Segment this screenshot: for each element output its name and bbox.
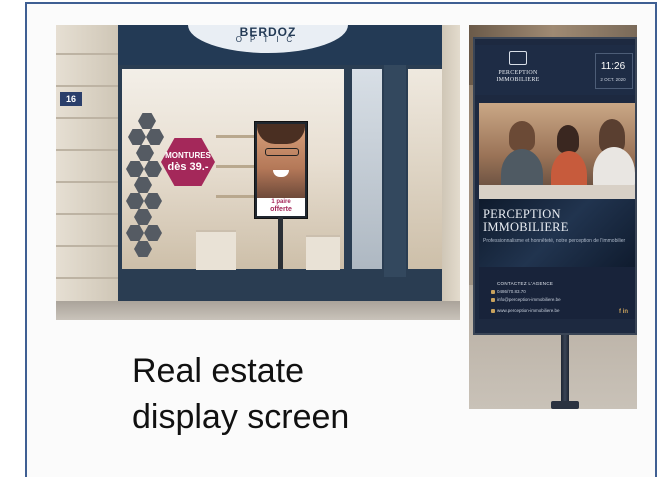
- building-logo-icon: [509, 51, 527, 65]
- stone-wall-left: [56, 25, 118, 320]
- hero-subtitle: Professionnalisme et honnêteté, notre pe…: [483, 238, 626, 244]
- screen-stand: [278, 217, 283, 269]
- shop-window-right: [408, 69, 442, 269]
- phone-icon: [491, 290, 495, 294]
- eyeglasses-icon: [265, 148, 299, 156]
- hero-title-line-2: IMMOBILIERE: [483, 220, 569, 234]
- hero-title: PERCEPTION IMMOBILIERE: [483, 208, 633, 234]
- contact-web: www.perception-immobiliere.be: [497, 308, 560, 313]
- contact-heading: CONTACTEZ L'AGENCE: [497, 281, 554, 286]
- totem-base: [551, 401, 579, 409]
- slide-caption: Real estate display screen: [132, 348, 452, 440]
- shop-subtitle: OPTIC: [235, 35, 301, 44]
- hexagon-decoration: [126, 113, 170, 263]
- agency-brand: PERCEPTION IMMOBILIERE: [496, 70, 540, 83]
- email-icon: [491, 298, 495, 302]
- person-head: [557, 125, 579, 153]
- display-counter: [196, 230, 236, 270]
- display-counter: [306, 235, 340, 270]
- person-head: [509, 121, 535, 151]
- table-surface: [479, 185, 635, 199]
- clock-date: 2 OCT. 2020: [600, 77, 626, 82]
- window-display-screen: 1 paire offerte: [254, 121, 308, 219]
- clock-time: 11:26: [600, 61, 626, 72]
- social-icons: f in: [619, 309, 628, 315]
- offer-line-2: offerte: [270, 206, 292, 213]
- screen-offer-caption: 1 paire offerte: [257, 198, 305, 216]
- totem-post: [561, 335, 569, 409]
- offer-line-1: 1 paire: [271, 199, 291, 205]
- stone-wall-right: [442, 25, 460, 320]
- optician-storefront-photo: 16 BERDOZ OPTIC MONTURES dès 39.- 1 pair…: [56, 25, 460, 320]
- promo-text-montures: MONTURES: [165, 151, 211, 160]
- contact-email: info@perception-immobiliere.be: [497, 297, 561, 302]
- shop-window-side: [352, 69, 382, 269]
- window-sill: [118, 277, 442, 301]
- web-icon: [491, 309, 495, 313]
- shop-door: [384, 65, 406, 301]
- house-number-plate: 16: [60, 92, 82, 106]
- caption-line-2: display screen: [132, 398, 350, 436]
- contact-phone: 0486/70.83.70: [497, 289, 526, 294]
- promo-text-price: dès 39.-: [167, 161, 209, 173]
- slide-frame-base: [25, 468, 657, 477]
- pavement: [56, 301, 460, 320]
- caption-line-1: Real estate: [132, 352, 304, 390]
- real-estate-totem-photo: PERCEPTION IMMOBILIERE 11:26 2 OCT. 2020…: [469, 25, 637, 409]
